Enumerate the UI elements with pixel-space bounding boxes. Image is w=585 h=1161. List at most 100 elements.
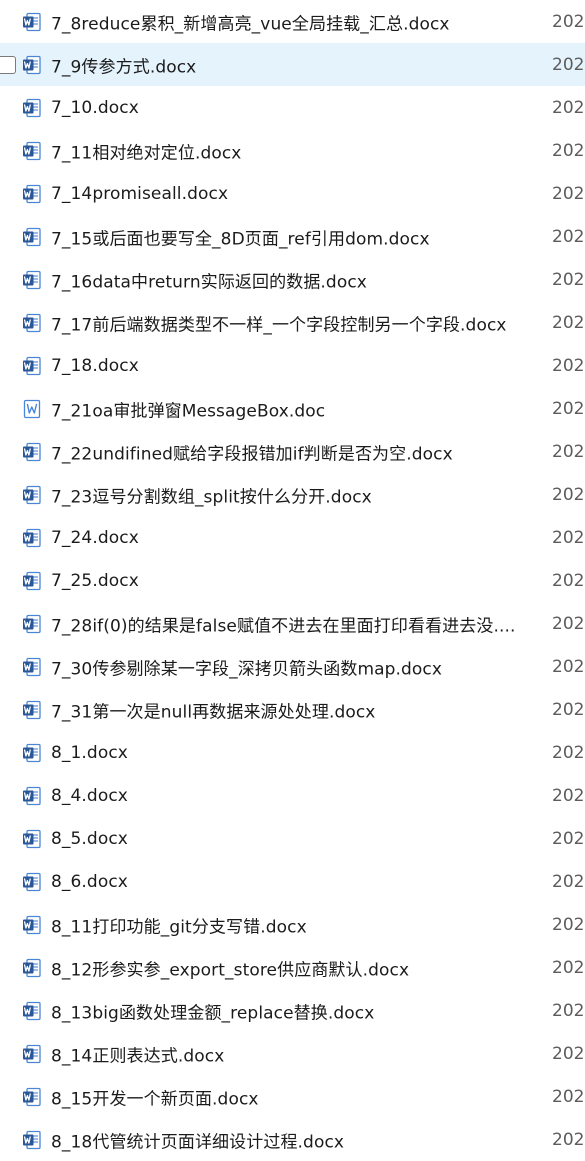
file-row[interactable]: 7_21oa审批弹窗MessageBox.doc 202	[0, 387, 585, 430]
file-row[interactable]: 7_22undifined赋给字段报错加if判断是否为空.docx 202	[0, 430, 585, 473]
file-date-modified: 202	[552, 785, 585, 806]
file-name: 7_25.docx	[51, 570, 139, 591]
file-name: 7_15或后面也要写全_8D页面_ref引用dom.docx	[51, 229, 430, 249]
select-checkbox[interactable]	[0, 55, 16, 74]
file-row[interactable]: 8_14正则表达式.docx 202	[0, 1032, 585, 1075]
file-row[interactable]: 7_25.docx 202	[0, 559, 585, 602]
file-row[interactable]: 7_24.docx 202	[0, 516, 585, 559]
word-docx-icon	[22, 184, 42, 204]
file-name: 7_17前后端数据类型不一样_一个字段控制另一个字段.docx	[51, 315, 507, 335]
file-row[interactable]: 7_9传参方式.docx 202	[0, 43, 585, 86]
word-docx-icon	[22, 700, 42, 720]
file-name: 7_22undifined赋给字段报错加if判断是否为空.docx	[51, 444, 453, 464]
file-date-modified: 202	[552, 441, 585, 462]
word-docx-icon	[22, 1044, 42, 1064]
file-date-modified: 202	[552, 613, 585, 634]
file-name: 7_14promiseall.docx	[51, 183, 229, 204]
word-docx-icon	[22, 485, 42, 505]
file-date-modified: 202	[552, 699, 585, 720]
file-name: 8_12形参实参_export_store供应商默认.docx	[51, 960, 410, 980]
file-row[interactable]: 7_23逗号分割数组_split按什么分开.docx 202	[0, 473, 585, 516]
file-row[interactable]: 7_30传参剔除某一字段_深拷贝箭头函数map.docx 202	[0, 645, 585, 688]
file-name: 8_1.docx	[51, 742, 128, 763]
file-name: 8_14正则表达式.docx	[51, 1046, 225, 1066]
file-name: 7_10.docx	[51, 97, 139, 118]
file-row[interactable]: 7_15或后面也要写全_8D页面_ref引用dom.docx 202	[0, 215, 585, 258]
word-docx-icon	[22, 1001, 42, 1021]
word-docx-icon	[22, 1130, 42, 1150]
file-name: 7_9传参方式.docx	[51, 57, 197, 77]
word-docx-icon	[22, 313, 42, 333]
file-row[interactable]: 7_8reduce累积_新增高亮_vue全局挂载_汇总.docx 202	[0, 0, 585, 43]
file-date-modified: 202	[552, 183, 585, 204]
word-docx-icon	[22, 958, 42, 978]
file-name: 7_21oa审批弹窗MessageBox.doc	[51, 401, 326, 421]
file-row[interactable]: 8_15开发一个新页面.docx 202	[0, 1075, 585, 1118]
word-docx-icon	[22, 98, 42, 118]
file-row[interactable]: 8_6.docx 202	[0, 860, 585, 903]
word-docx-icon	[22, 227, 42, 247]
file-name: 8_13big函数处理金额_replace替换.docx	[51, 1003, 375, 1023]
file-row[interactable]: 8_5.docx 202	[0, 817, 585, 860]
file-row[interactable]: 7_28if(0)的结果是false赋值不进去在里面打印看看进去没.... 202	[0, 602, 585, 645]
file-row[interactable]: 8_13big函数处理金额_replace替换.docx 202	[0, 989, 585, 1032]
file-row[interactable]: 8_4.docx 202	[0, 774, 585, 817]
file-row[interactable]: 8_18代管统计页面详细设计过程.docx 202	[0, 1118, 585, 1161]
file-row[interactable]: 7_14promiseall.docx 202	[0, 172, 585, 215]
file-date-modified: 202	[552, 1043, 585, 1064]
file-date-modified: 202	[552, 355, 585, 376]
file-name: 7_23逗号分割数组_split按什么分开.docx	[51, 487, 372, 507]
file-name: 8_6.docx	[51, 871, 128, 892]
word-docx-icon	[22, 442, 42, 462]
file-name: 7_11相对绝对定位.docx	[51, 143, 242, 163]
file-row[interactable]: 8_1.docx 202	[0, 731, 585, 774]
word-docx-icon	[22, 614, 42, 634]
word-docx-icon	[22, 528, 42, 548]
word-docx-icon	[22, 571, 42, 591]
word-docx-icon	[22, 270, 42, 290]
file-date-modified: 202	[552, 656, 585, 677]
file-date-modified: 202	[552, 226, 585, 247]
file-row[interactable]: 7_10.docx 202	[0, 86, 585, 129]
file-date-modified: 202	[552, 914, 585, 935]
file-name: 7_24.docx	[51, 527, 139, 548]
file-date-modified: 202	[552, 828, 585, 849]
file-date-modified: 202	[552, 527, 585, 548]
file-row[interactable]: 7_31第一次是null再数据来源处处理.docx 202	[0, 688, 585, 731]
word-docx-icon	[22, 55, 42, 75]
word-docx-icon	[22, 356, 42, 376]
file-row[interactable]: 7_16data中return实际返回的数据.docx 202	[0, 258, 585, 301]
file-date-modified: 202	[552, 54, 585, 75]
word-docx-icon	[22, 12, 42, 32]
file-date-modified: 202	[552, 570, 585, 591]
word-docx-icon	[22, 141, 42, 161]
word-docx-icon	[22, 743, 42, 763]
file-row[interactable]: 7_18.docx 202	[0, 344, 585, 387]
file-list: 7_8reduce累积_新增高亮_vue全局挂载_汇总.docx 202 7_9传…	[0, 0, 585, 1161]
file-name: 8_5.docx	[51, 828, 128, 849]
word-docx-icon	[22, 872, 42, 892]
file-date-modified: 202	[552, 1000, 585, 1021]
file-date-modified: 202	[552, 140, 585, 161]
file-name: 7_16data中return实际返回的数据.docx	[51, 272, 367, 292]
file-name: 7_31第一次是null再数据来源处处理.docx	[51, 702, 376, 722]
word-docx-icon	[22, 786, 42, 806]
file-name: 8_4.docx	[51, 785, 128, 806]
file-name: 7_8reduce累积_新增高亮_vue全局挂载_汇总.docx	[51, 14, 450, 34]
file-name: 7_30传参剔除某一字段_深拷贝箭头函数map.docx	[51, 659, 443, 679]
file-date-modified: 202	[552, 269, 585, 290]
word-docx-icon	[22, 915, 42, 935]
file-row[interactable]: 7_17前后端数据类型不一样_一个字段控制另一个字段.docx 202	[0, 301, 585, 344]
file-date-modified: 202	[552, 97, 585, 118]
file-date-modified: 202	[552, 1129, 585, 1150]
file-row[interactable]: 8_12形参实参_export_store供应商默认.docx 202	[0, 946, 585, 989]
file-row[interactable]: 7_11相对绝对定位.docx 202	[0, 129, 585, 172]
file-date-modified: 202	[552, 484, 585, 505]
file-date-modified: 202	[552, 957, 585, 978]
word-docx-icon	[22, 829, 42, 849]
file-row[interactable]: 8_11打印功能_git分支写错.docx 202	[0, 903, 585, 946]
file-date-modified: 202	[552, 11, 585, 32]
file-name: 8_15开发一个新页面.docx	[51, 1089, 259, 1109]
file-date-modified: 202	[552, 398, 585, 419]
word-docx-icon	[22, 657, 42, 677]
